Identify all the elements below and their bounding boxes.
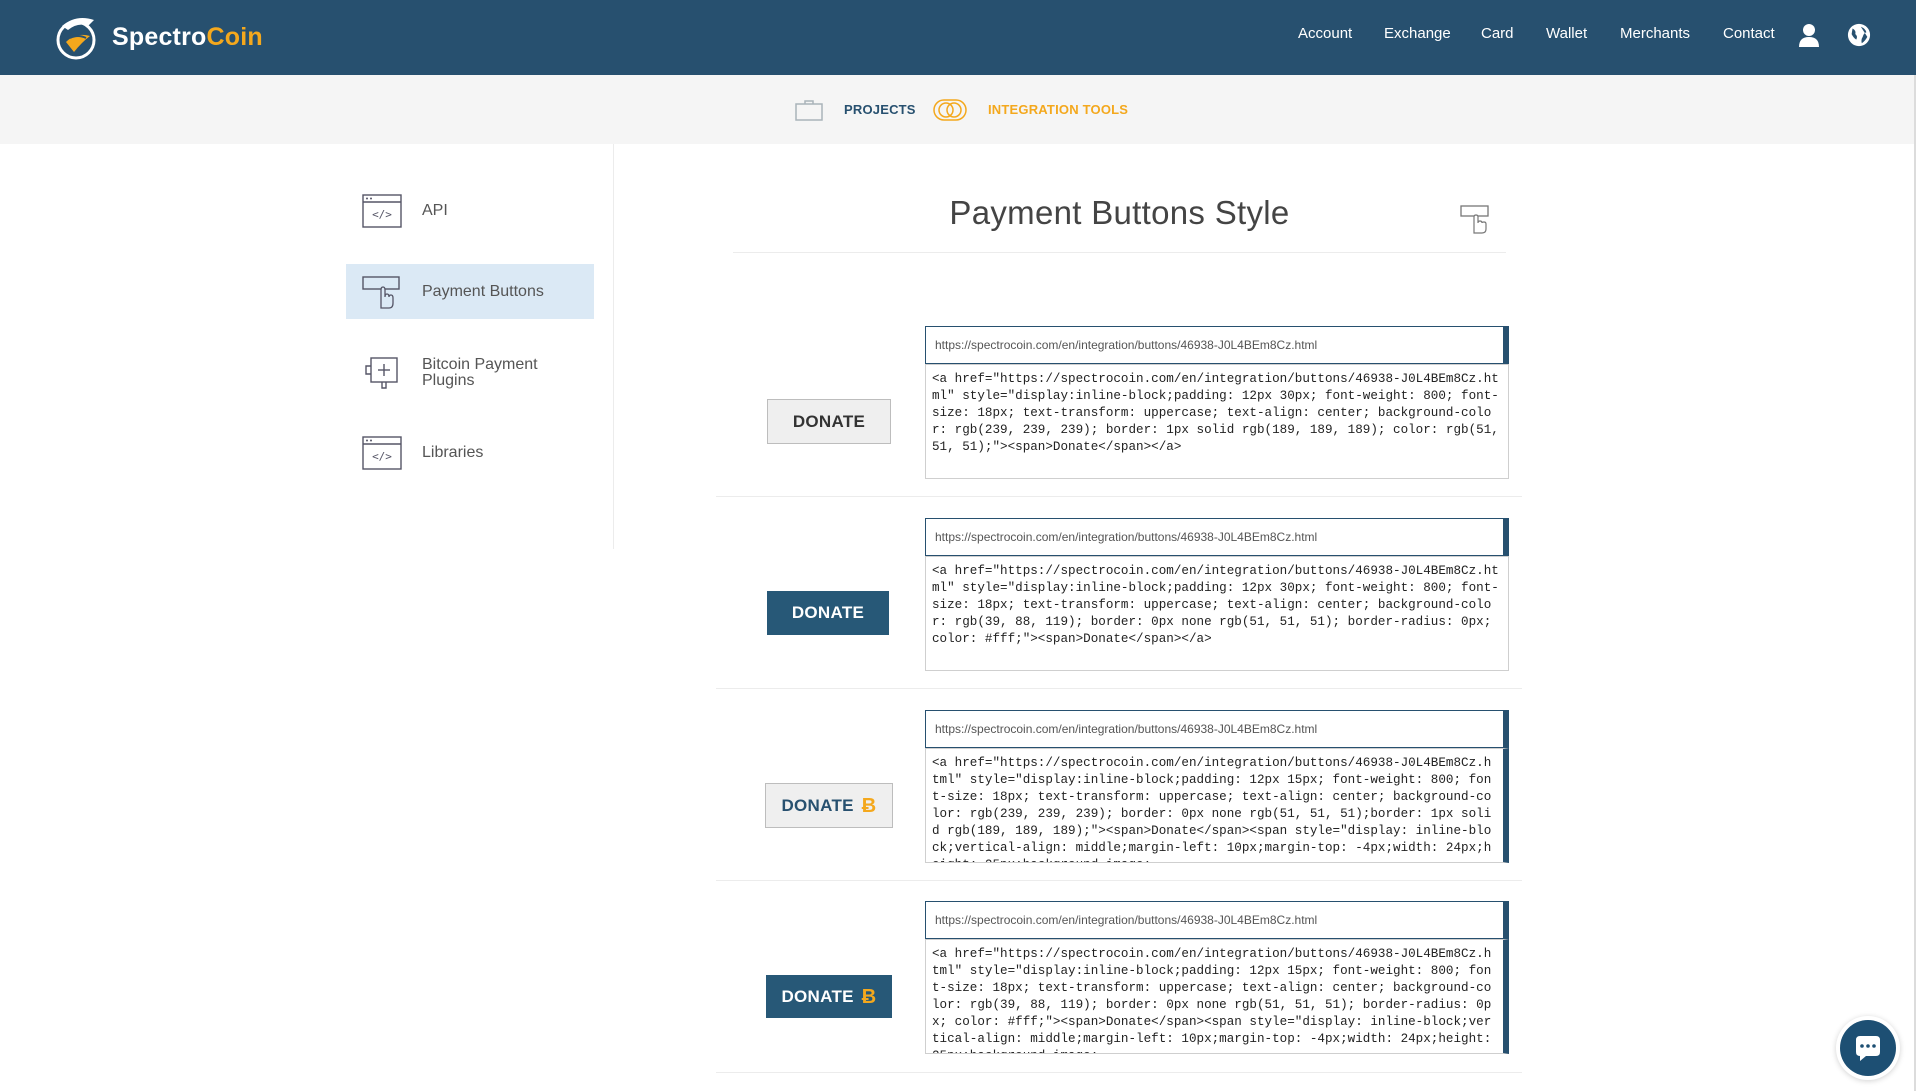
- tab-integration-tools[interactable]: INTEGRATION TOOLS: [988, 102, 1128, 117]
- button-embed-code[interactable]: <a href="https://spectrocoin.com/en/inte…: [925, 556, 1509, 671]
- nav-card[interactable]: Card: [1481, 25, 1514, 42]
- spectrocoin-logo[interactable]: SpectroCoin: [52, 12, 263, 62]
- pointer-button-icon: [362, 275, 400, 309]
- sidebar-item-label: Libraries: [422, 443, 484, 461]
- button-style-row-1: Donate https://spectrocoin.com/en/integr…: [716, 305, 1522, 497]
- sidebar-item-label: Payment Buttons: [422, 282, 544, 300]
- code-window-icon: </>: [362, 193, 402, 228]
- chat-bubble-icon: [1856, 1036, 1880, 1061]
- nav-merchants[interactable]: Merchants: [1620, 25, 1690, 42]
- button-style-row-3: Donate Ƀ https://spectrocoin.com/en/integ…: [716, 689, 1522, 881]
- spectrocoin-logo-icon: [56, 18, 96, 60]
- nav-wallet[interactable]: Wallet: [1546, 25, 1587, 42]
- donate-button-preview-light[interactable]: Donate: [767, 399, 891, 444]
- sidebar-item-bitcoin-payment-plugins[interactable]: Bitcoin Payment Plugins: [346, 345, 594, 400]
- svg-text:</>: </>: [372, 450, 392, 463]
- briefcase-icon: [795, 100, 823, 121]
- nav-exchange[interactable]: Exchange: [1384, 25, 1451, 42]
- plugin-icon: [365, 356, 398, 389]
- user-icon[interactable]: [1797, 22, 1821, 48]
- sidebar-divider: [613, 144, 614, 549]
- button-embed-code[interactable]: <a href="https://spectrocoin.com/en/inte…: [925, 748, 1509, 863]
- svg-text:</>: </>: [372, 208, 392, 221]
- bitcoin-icon: Ƀ: [861, 985, 877, 1008]
- button-url-field[interactable]: https://spectrocoin.com/en/integration/b…: [925, 518, 1509, 556]
- title-divider: [733, 252, 1506, 253]
- donate-bitcoin-button-preview-light[interactable]: Donate Ƀ: [765, 783, 893, 828]
- donate-button-preview-dark[interactable]: Donate: [767, 591, 889, 635]
- globe-icon[interactable]: [1847, 22, 1871, 48]
- button-url-field[interactable]: https://spectrocoin.com/en/integration/b…: [925, 710, 1509, 748]
- button-style-row-2: Donate https://spectrocoin.com/en/integr…: [716, 497, 1522, 689]
- tab-projects[interactable]: PROJECTS: [844, 102, 916, 117]
- chat-launcher-button[interactable]: [1840, 1020, 1896, 1076]
- button-embed-code[interactable]: <a href="https://spectrocoin.com/en/inte…: [925, 939, 1509, 1054]
- sub-navigation-bar: PROJECTS INTEGRATION TOOLS: [0, 75, 1916, 144]
- row-divider: [716, 1072, 1522, 1073]
- nav-contact[interactable]: Contact: [1723, 25, 1775, 42]
- button-url-field[interactable]: https://spectrocoin.com/en/integration/b…: [925, 901, 1509, 939]
- page-title: Payment Buttons Style: [949, 194, 1290, 231]
- sidebar-item-api[interactable]: </> API: [346, 183, 594, 238]
- integration-toggle-icon: [933, 99, 967, 121]
- top-navigation-bar: SpectroCoin Account Exchange Card Wallet…: [0, 0, 1916, 75]
- sidebar-item-label: Bitcoin Payment Plugins: [422, 355, 538, 389]
- button-embed-code[interactable]: <a href="https://spectrocoin.com/en/inte…: [925, 364, 1509, 479]
- bitcoin-icon: Ƀ: [861, 794, 877, 817]
- code-window-icon: </>: [362, 435, 402, 470]
- button-url-field[interactable]: https://spectrocoin.com/en/integration/b…: [925, 326, 1509, 364]
- sidebar-item-label: API: [422, 201, 448, 219]
- nav-account[interactable]: Account: [1298, 25, 1352, 42]
- brand-name: SpectroCoin: [112, 22, 263, 51]
- sidebar-item-payment-buttons[interactable]: Payment Buttons: [346, 264, 594, 319]
- button-style-row-4: Donate Ƀ https://spectrocoin.com/en/integ…: [716, 881, 1522, 1073]
- pointer-button-icon: [1460, 205, 1489, 234]
- sidebar-item-libraries[interactable]: </> Libraries: [346, 425, 594, 480]
- donate-bitcoin-button-preview-dark[interactable]: Donate Ƀ: [766, 975, 892, 1018]
